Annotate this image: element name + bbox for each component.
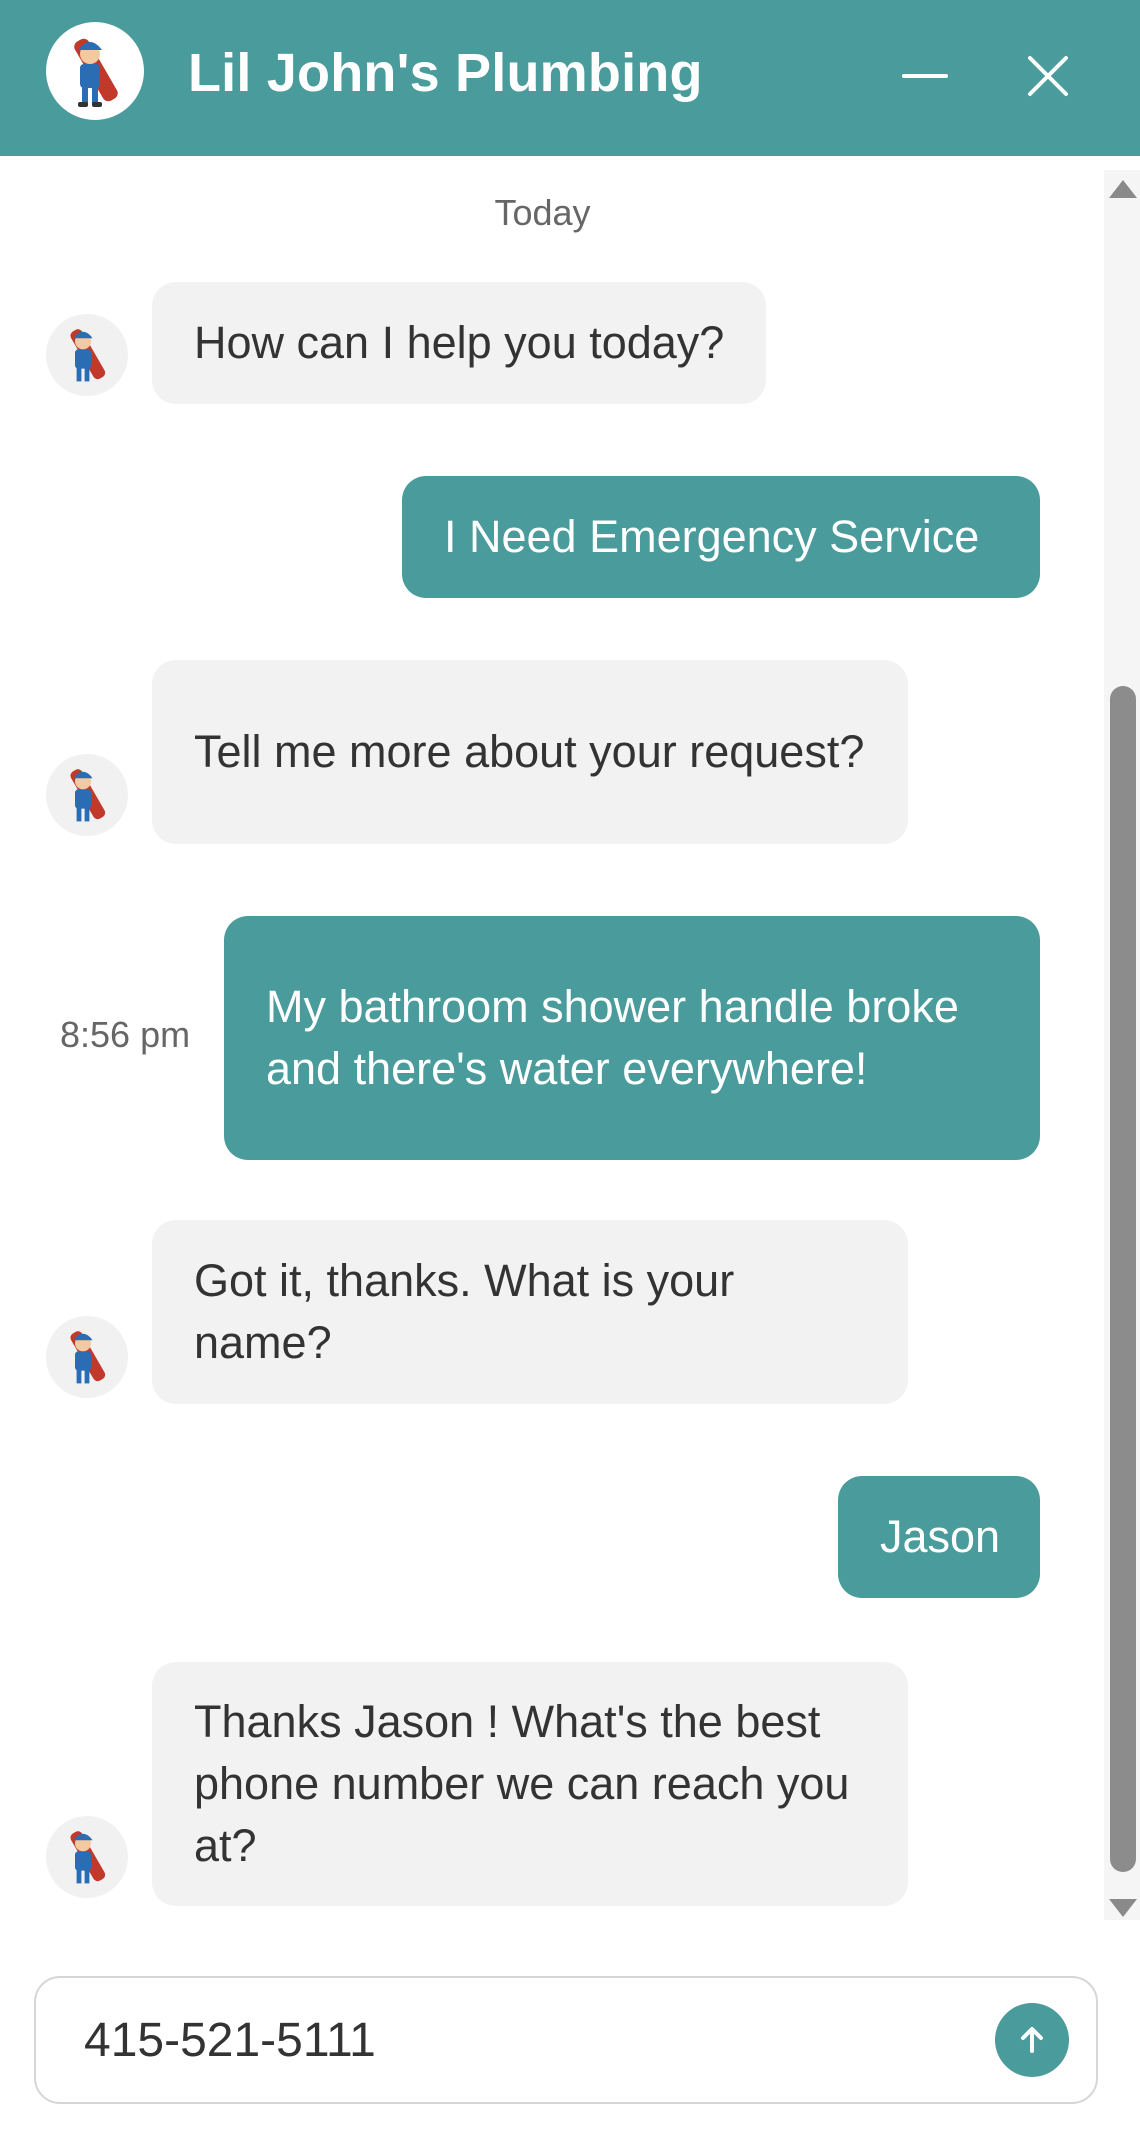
message-text: Got it, thanks. What is your name? [194, 1255, 735, 1368]
bot-message: Got it, thanks. What is your name? [152, 1220, 908, 1404]
chat-title: Lil John's Plumbing [188, 43, 703, 103]
arrow-up-icon [1021, 2027, 1043, 2053]
bot-avatar [46, 314, 128, 396]
bot-avatar [46, 1816, 128, 1898]
minimize-button[interactable] [885, 36, 965, 116]
scroll-up-arrow-icon[interactable] [1109, 180, 1137, 198]
bot-avatar [46, 1316, 128, 1398]
message-composer [34, 1976, 1098, 2104]
message-text: Thanks Jason ! What's the best phone num… [194, 1696, 850, 1871]
scrollbar-thumb[interactable] [1110, 686, 1136, 1872]
message-timestamp: 8:56 pm [60, 1014, 191, 1055]
message-text: Tell me more about your request? [194, 726, 865, 777]
message-text: Jason [880, 1511, 1001, 1562]
close-icon [1028, 56, 1068, 96]
message-text: My bathroom shower handle broke and ther… [266, 981, 959, 1094]
scroll-down-arrow-icon[interactable] [1109, 1899, 1137, 1917]
close-button[interactable] [1008, 36, 1088, 116]
message-input[interactable] [84, 2000, 964, 2080]
user-message: I Need Emergency Service [402, 476, 1040, 598]
minimize-icon [902, 74, 948, 78]
chat-header: Lil John's Plumbing [0, 0, 1140, 156]
bot-message: Thanks Jason ! What's the best phone num… [152, 1662, 908, 1906]
user-message: My bathroom shower handle broke and ther… [224, 916, 1040, 1160]
user-message: Jason [838, 1476, 1040, 1598]
send-button[interactable] [995, 2003, 1069, 2077]
day-separator: Today [494, 192, 591, 233]
message-list: Today How can I help you today? I Need E… [0, 156, 1100, 1946]
plumber-mascot-icon [46, 22, 144, 120]
bot-avatar [46, 754, 128, 836]
bot-message: How can I help you today? [152, 282, 767, 404]
message-text: I Need Emergency Service [444, 511, 980, 562]
message-text: How can I help you today? [194, 317, 725, 368]
bot-message: Tell me more about your request? [152, 660, 908, 844]
chat-widget: Lil John's Plumbing Today How can I help… [0, 0, 1140, 2148]
